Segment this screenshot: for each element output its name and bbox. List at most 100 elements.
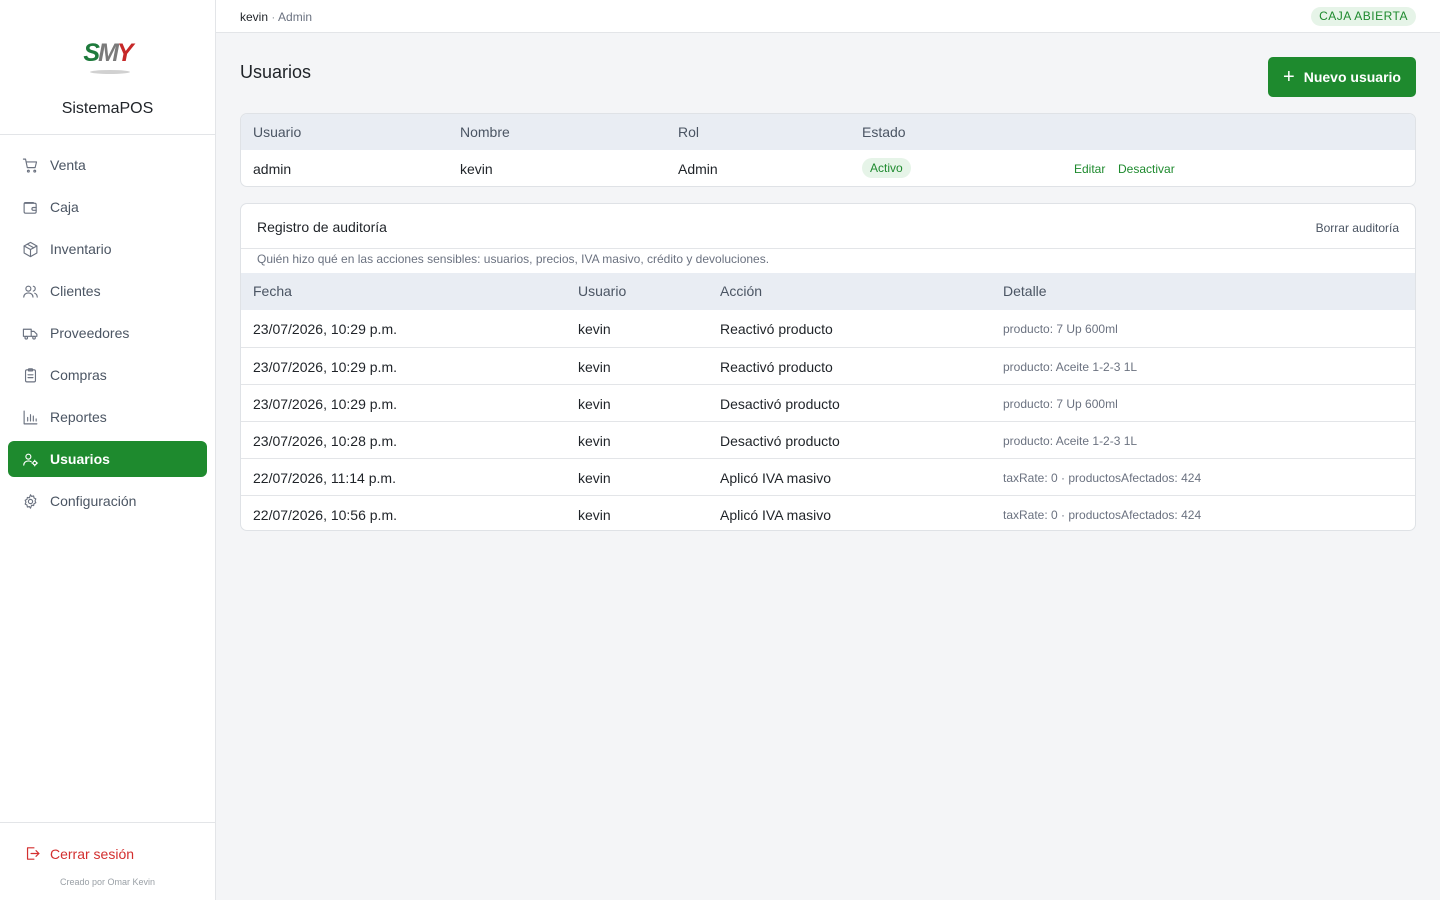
cell-detalle: producto: Aceite 1-2-3 1L [1003,434,1138,448]
logout-button[interactable]: Cerrar sesión [24,845,134,862]
logo-shadow [89,70,130,74]
table-row: 22/07/2026, 11:14 p.m. kevin Aplicó IVA … [241,458,1415,495]
brand-logo-text: SMY [83,38,133,67]
current-user-info: kevin · Admin [240,10,312,24]
clipboard-icon [21,366,39,384]
credit-text: Creado por Omar Kevin [59,877,156,887]
package-icon [21,240,39,258]
sidebar-item-clientes[interactable]: Clientes [8,273,207,309]
cell-accion: Aplicó IVA masivo [720,470,832,486]
logout-label: Cerrar sesión [50,845,135,862]
cell-accion: Reactivó producto [720,321,833,337]
audit-log-description: Quién hizo qué en las acciones sensibles… [257,252,770,266]
page-title: Usuarios [240,62,312,82]
sidebar-item-usuarios[interactable]: Usuarios [8,441,207,477]
table-row: admin kevin Admin Activo Editar Desactiv… [241,150,1415,186]
status-badge: Activo [862,158,911,178]
sidebar-item-configuracion[interactable]: Configuración [8,483,207,519]
cell-usuario: kevin [578,321,611,337]
sidebar-footer: Cerrar sesión Creado por Omar Kevin [0,822,215,900]
column-header-nombre: Nombre [460,124,510,140]
column-header-usuario: Usuario [253,124,302,140]
deactivate-user-link[interactable]: Desactivar [1118,162,1175,176]
cell-detalle: taxRate: 0 · productosAfectados: 424 [1003,508,1202,522]
table-row: 23/07/2026, 10:29 p.m. kevin Reactivó pr… [241,310,1415,347]
brand-area: SMY SistemaPOS [0,0,215,135]
audit-table-body: 23/07/2026, 10:29 p.m. kevin Reactivó pr… [241,310,1415,530]
cart-icon [21,156,39,174]
sidebar-item-label: Venta [50,157,86,173]
cell-usuario: kevin [578,433,611,449]
sidebar: SMY SistemaPOS Venta Caja Inventario Cli… [0,0,216,900]
cell-accion: Desactivó producto [720,396,840,412]
table-row: 23/07/2026, 10:29 p.m. kevin Reactivó pr… [241,347,1415,384]
table-row: 23/07/2026, 10:28 p.m. kevin Desactivó p… [241,421,1415,458]
brand-logo[interactable]: SMY [76,36,140,74]
column-header-estado: Estado [862,124,906,140]
sidebar-item-venta[interactable]: Venta [8,147,207,183]
users-icon [21,282,39,300]
column-header-accion: Acción [720,283,763,299]
cell-nombre: kevin [460,161,493,177]
sidebar-item-label: Compras [50,367,107,383]
cell-detalle: producto: Aceite 1-2-3 1L [1003,360,1138,374]
audit-log-title: Registro de auditoría [257,219,387,235]
cell-fecha: 22/07/2026, 10:56 p.m. [253,507,397,523]
sidebar-item-label: Reportes [50,409,107,425]
edit-user-link[interactable]: Editar [1074,162,1105,176]
cell-usuario: kevin [578,396,611,412]
bar-chart-icon [21,408,39,426]
sidebar-item-label: Configuración [50,493,137,509]
column-header-fecha: Fecha [253,283,292,299]
topbar: kevin · Admin CAJA ABIERTA [216,0,1440,33]
current-user-role: Admin [278,10,313,24]
gear-icon [21,492,39,510]
clear-audit-button[interactable]: Borrar auditoría [1316,221,1399,235]
sidebar-item-inventario[interactable]: Inventario [8,231,207,267]
sidebar-item-label: Inventario [50,241,112,257]
sidebar-item-compras[interactable]: Compras [8,357,207,393]
cell-usuario: kevin [578,470,611,486]
user-separator: · [271,10,276,24]
wallet-icon [21,198,39,216]
column-header-detalle: Detalle [1003,283,1047,299]
truck-icon [21,324,39,342]
cell-detalle: producto: 7 Up 600ml [1003,322,1118,336]
table-row: 23/07/2026, 10:29 p.m. kevin Desactivó p… [241,384,1415,421]
user-gear-icon [21,450,39,468]
audit-log: Registro de auditoría Borrar auditoría Q… [240,203,1416,531]
cell-usuario: kevin [578,507,611,523]
sidebar-item-proveedores[interactable]: Proveedores [8,315,207,351]
users-table: Usuario Nombre Rol Estado admin kevin Ad… [240,113,1416,187]
sidebar-nav: Venta Caja Inventario Clientes Proveedor… [0,135,215,519]
cell-detalle: taxRate: 0 · productosAfectados: 424 [1003,471,1202,485]
cell-usuario: admin [253,161,292,177]
cell-detalle: producto: 7 Up 600ml [1003,397,1118,411]
sidebar-item-label: Clientes [50,283,101,299]
brand-name: SistemaPOS [61,100,154,117]
audit-table-header: Fecha Usuario Acción Detalle [241,273,1415,310]
cell-usuario: kevin [578,359,611,375]
table-row: 22/07/2026, 10:56 p.m. kevin Aplicó IVA … [241,495,1415,530]
users-table-header: Usuario Nombre Rol Estado [241,114,1415,150]
cell-accion: Desactivó producto [720,433,840,449]
cell-fecha: 23/07/2026, 10:28 p.m. [253,433,397,449]
cell-accion: Aplicó IVA masivo [720,507,832,523]
cell-rol: Admin [678,161,718,177]
cell-fecha: 23/07/2026, 10:29 p.m. [253,321,397,337]
sidebar-item-label: Usuarios [50,451,110,467]
sidebar-item-caja[interactable]: Caja [8,189,207,225]
current-username: kevin [240,10,269,24]
cell-fecha: 22/07/2026, 11:14 p.m. [253,470,396,486]
cell-fecha: 23/07/2026, 10:29 p.m. [253,359,397,375]
new-user-button[interactable]: + Nuevo usuario [1268,57,1416,97]
column-header-usuario: Usuario [578,283,627,299]
cell-fecha: 23/07/2026, 10:29 p.m. [253,396,397,412]
caja-status-badge: CAJA ABIERTA [1311,7,1416,26]
sidebar-item-label: Caja [50,199,79,215]
sidebar-item-reportes[interactable]: Reportes [8,399,207,435]
new-user-button-label: Nuevo usuario [1303,69,1401,85]
sidebar-item-label: Proveedores [50,325,130,341]
logout-icon [26,847,40,860]
column-header-rol: Rol [678,124,700,140]
